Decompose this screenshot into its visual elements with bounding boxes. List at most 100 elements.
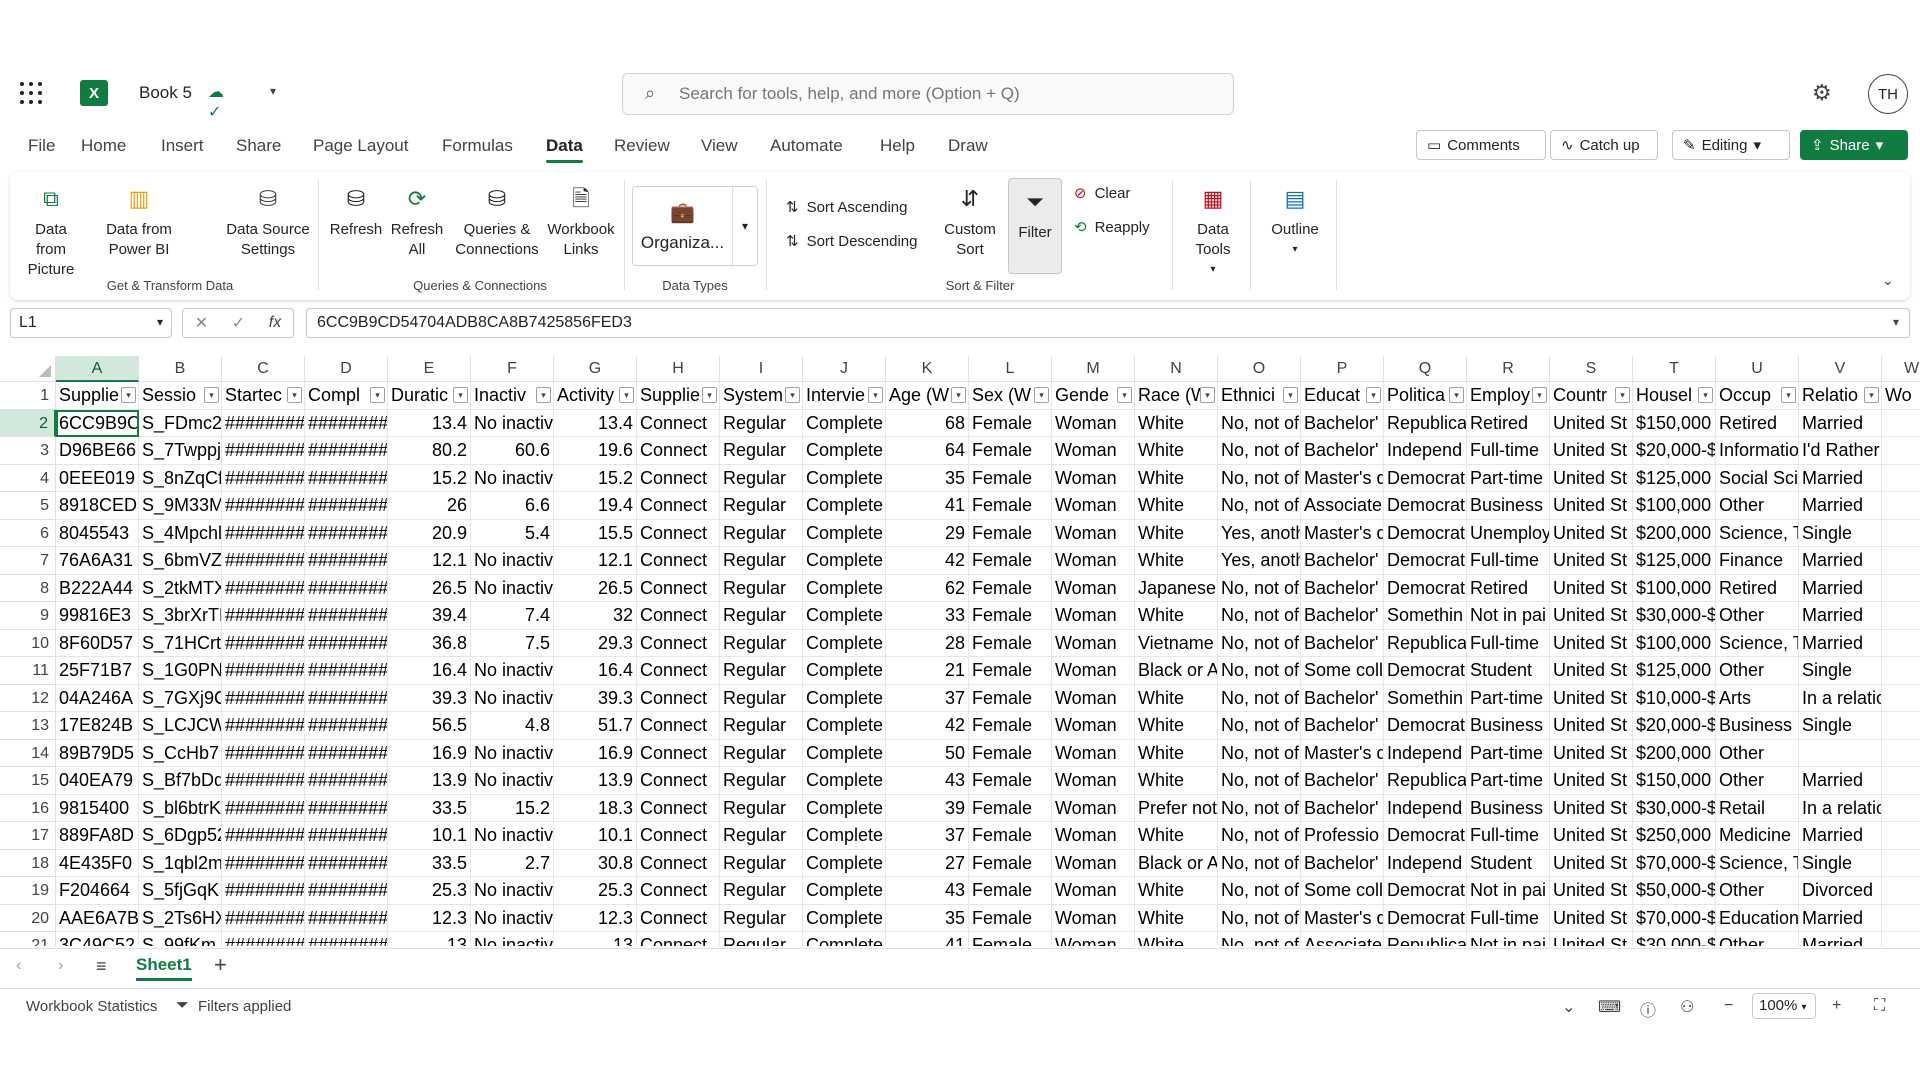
grid-cell[interactable]: Science, T: [1716, 629, 1799, 657]
grid-cell[interactable]: ########: [222, 574, 305, 602]
column-header[interactable]: P: [1301, 356, 1384, 382]
grid-cell[interactable]: United St: [1550, 464, 1633, 492]
filter-dropdown-icon[interactable]: ▾: [370, 387, 385, 403]
grid-cell[interactable]: S_LCJCW: [139, 712, 222, 740]
grid-cell[interactable]: Not in pai: [1467, 932, 1550, 946]
grid-cell[interactable]: Regular: [720, 629, 803, 657]
header-cell[interactable]: Intervie ▾: [803, 382, 886, 410]
grid-cell[interactable]: Woman: [1052, 684, 1135, 712]
grid-cell[interactable]: United St: [1550, 712, 1633, 740]
grid-cell[interactable]: Connect: [637, 849, 720, 877]
grid-cell[interactable]: Bachelor': [1301, 849, 1384, 877]
grid-cell[interactable]: 25.3: [388, 877, 471, 905]
filter-dropdown-icon[interactable]: ▾: [1781, 387, 1796, 403]
row-header[interactable]: 8: [0, 574, 56, 602]
grid-cell[interactable]: $150,000: [1633, 409, 1716, 437]
editing-mode-button[interactable]: ✎ Editing ▾: [1672, 130, 1790, 160]
row-header[interactable]: 4: [0, 464, 56, 492]
grid-cell[interactable]: [1882, 437, 1920, 465]
grid-cell[interactable]: White: [1135, 492, 1218, 520]
row-header[interactable]: 18: [0, 849, 56, 877]
grid-cell[interactable]: [1882, 712, 1920, 740]
grid-cell[interactable]: United St: [1550, 629, 1633, 657]
grid-cell[interactable]: Science, T: [1716, 849, 1799, 877]
grid-cell[interactable]: ########: [305, 739, 388, 767]
grid-cell[interactable]: White: [1135, 547, 1218, 575]
grid-cell[interactable]: Connect: [637, 437, 720, 465]
grid-cell[interactable]: Retired: [1716, 409, 1799, 437]
workbook-statistics[interactable]: Workbook Statistics: [26, 998, 157, 1015]
grid-cell[interactable]: United St: [1550, 409, 1633, 437]
grid-cell[interactable]: Female: [969, 822, 1052, 850]
grid-cell[interactable]: Other: [1716, 932, 1799, 946]
grid-cell[interactable]: 4E435F0: [56, 849, 139, 877]
grid-cell[interactable]: United St: [1550, 822, 1633, 850]
column-header[interactable]: D: [305, 356, 388, 382]
grid-cell[interactable]: Connect: [637, 519, 720, 547]
grid-cell[interactable]: Complete: [803, 464, 886, 492]
grid-cell[interactable]: Connect: [637, 739, 720, 767]
grid-cell[interactable]: ########: [305, 904, 388, 932]
filter-dropdown-icon[interactable]: ▾: [868, 387, 883, 403]
grid-cell[interactable]: S_6bmVZ: [139, 547, 222, 575]
column-header[interactable]: I: [720, 356, 803, 382]
grid-cell[interactable]: Woman: [1052, 409, 1135, 437]
grid-cell[interactable]: 33.5: [388, 849, 471, 877]
grid-cell[interactable]: White: [1135, 464, 1218, 492]
grid-cell[interactable]: [1882, 822, 1920, 850]
grid-cell[interactable]: Female: [969, 712, 1052, 740]
grid-cell[interactable]: Master's d: [1301, 464, 1384, 492]
grid-cell[interactable]: Woman: [1052, 849, 1135, 877]
column-header[interactable]: H: [637, 356, 720, 382]
grid-cell[interactable]: Bachelor': [1301, 767, 1384, 795]
grid-cell[interactable]: No inactiv: [471, 409, 554, 437]
column-header[interactable]: V: [1799, 356, 1882, 382]
grid-cell[interactable]: 25F71B7: [56, 657, 139, 685]
grid-cell[interactable]: Master's d: [1301, 904, 1384, 932]
grid-cell[interactable]: Woman: [1052, 712, 1135, 740]
grid-cell[interactable]: Somethin: [1384, 602, 1467, 630]
grid-cell[interactable]: United St: [1550, 904, 1633, 932]
grid-cell[interactable]: Woman: [1052, 657, 1135, 685]
grid-cell[interactable]: 39: [886, 794, 969, 822]
grid-cell[interactable]: 7.5: [471, 629, 554, 657]
grid-cell[interactable]: Some coll: [1301, 657, 1384, 685]
grid-cell[interactable]: 42: [886, 547, 969, 575]
grid-cell[interactable]: ########: [222, 877, 305, 905]
app-launcher-icon[interactable]: [20, 82, 42, 104]
check-icon[interactable]: ✓: [232, 313, 245, 333]
sort-ascending-button[interactable]: ⇅ Sort Ascending: [786, 198, 907, 217]
grid-cell[interactable]: 6CC9B9C: [56, 409, 139, 437]
grid-cell[interactable]: S_8nZqCf: [139, 464, 222, 492]
grid-cell[interactable]: ########: [222, 822, 305, 850]
grid-cell[interactable]: Bachelor': [1301, 602, 1384, 630]
grid-cell[interactable]: $100,000: [1633, 574, 1716, 602]
grid-cell[interactable]: Some coll: [1301, 877, 1384, 905]
grid-cell[interactable]: 12.3: [554, 904, 637, 932]
grid-cell[interactable]: Part-time: [1467, 739, 1550, 767]
grid-cell[interactable]: Complete: [803, 712, 886, 740]
grid-cell[interactable]: No inactiv: [471, 464, 554, 492]
grid-cell[interactable]: White: [1135, 684, 1218, 712]
grid-cell[interactable]: 16.4: [388, 657, 471, 685]
grid-cell[interactable]: Regular: [720, 547, 803, 575]
header-cell[interactable]: Sessio ▾: [139, 382, 222, 410]
zoom-out-icon[interactable]: −: [1724, 997, 1733, 1015]
grid-cell[interactable]: 7.4: [471, 602, 554, 630]
grid-cell[interactable]: ########: [305, 767, 388, 795]
catch-up-button[interactable]: ∿ Catch up: [1550, 130, 1658, 160]
grid-cell[interactable]: 43: [886, 767, 969, 795]
grid-cell[interactable]: Student: [1467, 657, 1550, 685]
grid-cell[interactable]: White: [1135, 767, 1218, 795]
column-header[interactable]: W: [1882, 356, 1920, 382]
grid-cell[interactable]: Connect: [637, 629, 720, 657]
filter-dropdown-icon[interactable]: ▾: [619, 387, 634, 403]
grid-cell[interactable]: 35: [886, 464, 969, 492]
grid-cell[interactable]: White: [1135, 739, 1218, 767]
tab-help[interactable]: Help: [880, 136, 915, 156]
chevron-down-icon[interactable]: ⌄: [1562, 997, 1575, 1017]
filter-dropdown-icon[interactable]: ▾: [121, 387, 136, 403]
grid-cell[interactable]: 15.2: [471, 794, 554, 822]
grid-cell[interactable]: 37: [886, 822, 969, 850]
grid-cell[interactable]: In a relatio: [1799, 684, 1882, 712]
